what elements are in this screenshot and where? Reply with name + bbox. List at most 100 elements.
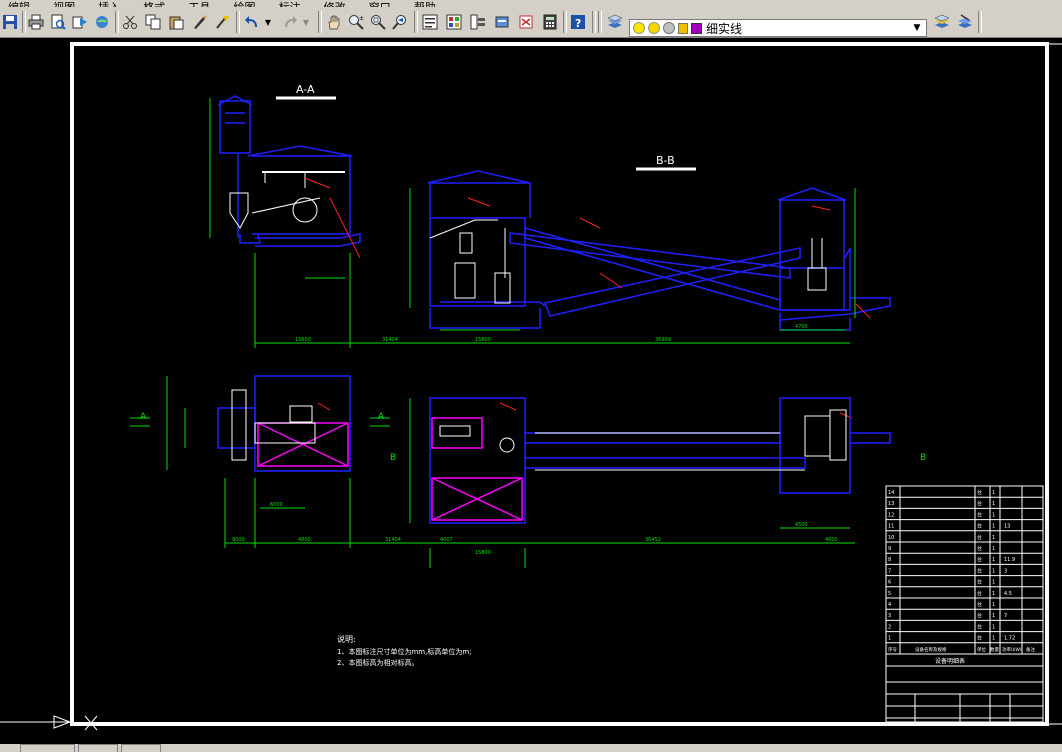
equipment-table: [885, 485, 1044, 723]
tab-layout1[interactable]: [78, 744, 118, 752]
table-header-cell: 功率(kW): [1002, 646, 1022, 653]
undo-dropdown-icon[interactable]: ▼: [263, 12, 273, 32]
table-row-unit: 台: [977, 612, 982, 619]
table-row-qty: 1: [992, 624, 995, 630]
table-row-unit: 台: [977, 623, 982, 630]
table-row-unit: 台: [977, 601, 982, 608]
print-icon[interactable]: [26, 12, 46, 32]
table-row-power: 11.9: [1004, 557, 1015, 563]
tab-model[interactable]: [20, 744, 75, 752]
zoom-window-icon[interactable]: [368, 12, 388, 32]
bulb-icon: [633, 22, 645, 34]
table-row-power: 3: [1004, 568, 1007, 574]
dim-plan-6: 15800: [475, 550, 491, 556]
zoom-realtime-icon[interactable]: ±: [346, 12, 366, 32]
layout-tabs: [0, 744, 1062, 752]
svg-text:?: ?: [575, 17, 581, 30]
table-title: 设备明细表: [935, 657, 965, 665]
tool-palettes-icon[interactable]: [468, 12, 488, 32]
dim-plan-3: 6000: [270, 502, 283, 508]
layer-name: 细实线: [706, 21, 743, 36]
table-row-unit: 台: [977, 534, 982, 541]
table-row-power: 13: [1004, 524, 1010, 530]
drawing-canvas[interactable]: A-A B-B 15600 31404 15800 36909 4700 A A…: [0, 38, 1062, 744]
chevron-down-icon[interactable]: ▼: [910, 21, 924, 35]
svg-text:±: ±: [359, 15, 364, 22]
pan-icon[interactable]: [324, 12, 344, 32]
section-bb-label: B-B: [656, 154, 675, 167]
table-row-qty: 1: [992, 490, 995, 496]
help-icon[interactable]: ?: [568, 12, 588, 32]
copy-icon[interactable]: [143, 12, 163, 32]
cut-icon[interactable]: [120, 12, 140, 32]
table-row-qty: 1: [992, 636, 995, 642]
table-row-no: 6: [888, 580, 891, 586]
table-row-no: 3: [888, 613, 891, 619]
table-row-unit: 台: [977, 489, 982, 496]
note-1: 1、本图标注尺寸单位为mm,标高单位为m;: [337, 647, 472, 656]
table-header-cell: 序号: [888, 646, 897, 653]
paste-icon[interactable]: [166, 12, 186, 32]
table-row-qty: 1: [992, 613, 995, 619]
table-row-qty: 1: [992, 557, 995, 563]
dim-plan-1: 9000: [232, 537, 245, 543]
table-row-no: 5: [888, 591, 891, 597]
save-icon[interactable]: [0, 12, 20, 32]
freeze-icon: [663, 22, 675, 34]
lock-icon: [678, 22, 688, 34]
notes-title: 说明:: [337, 634, 356, 644]
sheet-set-icon[interactable]: [492, 12, 512, 32]
table-row-no: 7: [888, 568, 891, 574]
table-row-no: 10: [888, 535, 894, 541]
calculator-icon[interactable]: [540, 12, 560, 32]
3d-dwf-icon[interactable]: [92, 12, 112, 32]
zoom-previous-icon[interactable]: [390, 12, 410, 32]
table-row-unit: 台: [977, 545, 982, 552]
section-aa-label: A-A: [296, 83, 315, 96]
table-row-no: 9: [888, 546, 891, 552]
print-preview-icon[interactable]: [48, 12, 68, 32]
table-row-qty: 1: [992, 512, 995, 518]
table-header-cell: 设备名称及规格: [915, 646, 947, 653]
markup-icon[interactable]: [516, 12, 536, 32]
note-2: 2、本图标高为相对标高。: [337, 658, 418, 667]
publish-icon[interactable]: [70, 12, 90, 32]
table-header-cell: 备注: [1026, 646, 1035, 653]
table-row-qty: 1: [992, 535, 995, 541]
layer-manager-icon[interactable]: [605, 12, 625, 32]
redo-dropdown-icon[interactable]: ▼: [301, 12, 311, 32]
table-row-unit: 台: [977, 511, 982, 518]
table-row-no: 14: [888, 490, 894, 496]
dim-plan-8: 4500: [795, 522, 808, 528]
dim-plan-4: 31404: [385, 537, 401, 543]
layer-previous-icon[interactable]: [932, 12, 952, 32]
dim-plan-5: 4007: [440, 537, 453, 543]
table-row-unit: 台: [977, 635, 982, 642]
dim-aa-2: 31404: [382, 337, 398, 343]
undo-icon[interactable]: [242, 12, 262, 32]
table-row-no: 13: [888, 501, 894, 507]
layer-states-icon[interactable]: [955, 12, 975, 32]
equipment-table-text: 14 台 113 台 112 台 111 台 1 1310 台 19 台 18 台 1 11.97 台 1 36 台 15…: [888, 489, 1035, 665]
table-row-no: 1: [888, 636, 891, 642]
plan-right: [429, 397, 891, 524]
table-row-no: 11: [888, 524, 894, 530]
table-row-qty: 1: [992, 580, 995, 586]
design-center-icon[interactable]: [444, 12, 464, 32]
match-properties-icon[interactable]: [189, 12, 209, 32]
standard-toolbar: ▼ ▼ ± ? 细实线 ▼: [0, 7, 1062, 38]
table-row-no: 2: [888, 624, 891, 630]
dim-plan-9: 4800: [825, 537, 838, 543]
block-editor-icon[interactable]: [212, 12, 232, 32]
dim-bb-2: 36909: [655, 337, 671, 343]
layer-dropdown[interactable]: 细实线 ▼: [629, 19, 927, 37]
properties-icon[interactable]: [420, 12, 440, 32]
bb-equipment: [429, 219, 827, 304]
tab-layout2[interactable]: [121, 744, 161, 752]
dim-plan-7: 36452: [645, 537, 661, 543]
dim-bb-3: 4700: [795, 324, 808, 330]
table-row-qty: 1: [992, 524, 995, 530]
table-row-no: 8: [888, 557, 891, 563]
redo-icon[interactable]: [280, 12, 300, 32]
table-row-power: 7: [1004, 613, 1007, 619]
